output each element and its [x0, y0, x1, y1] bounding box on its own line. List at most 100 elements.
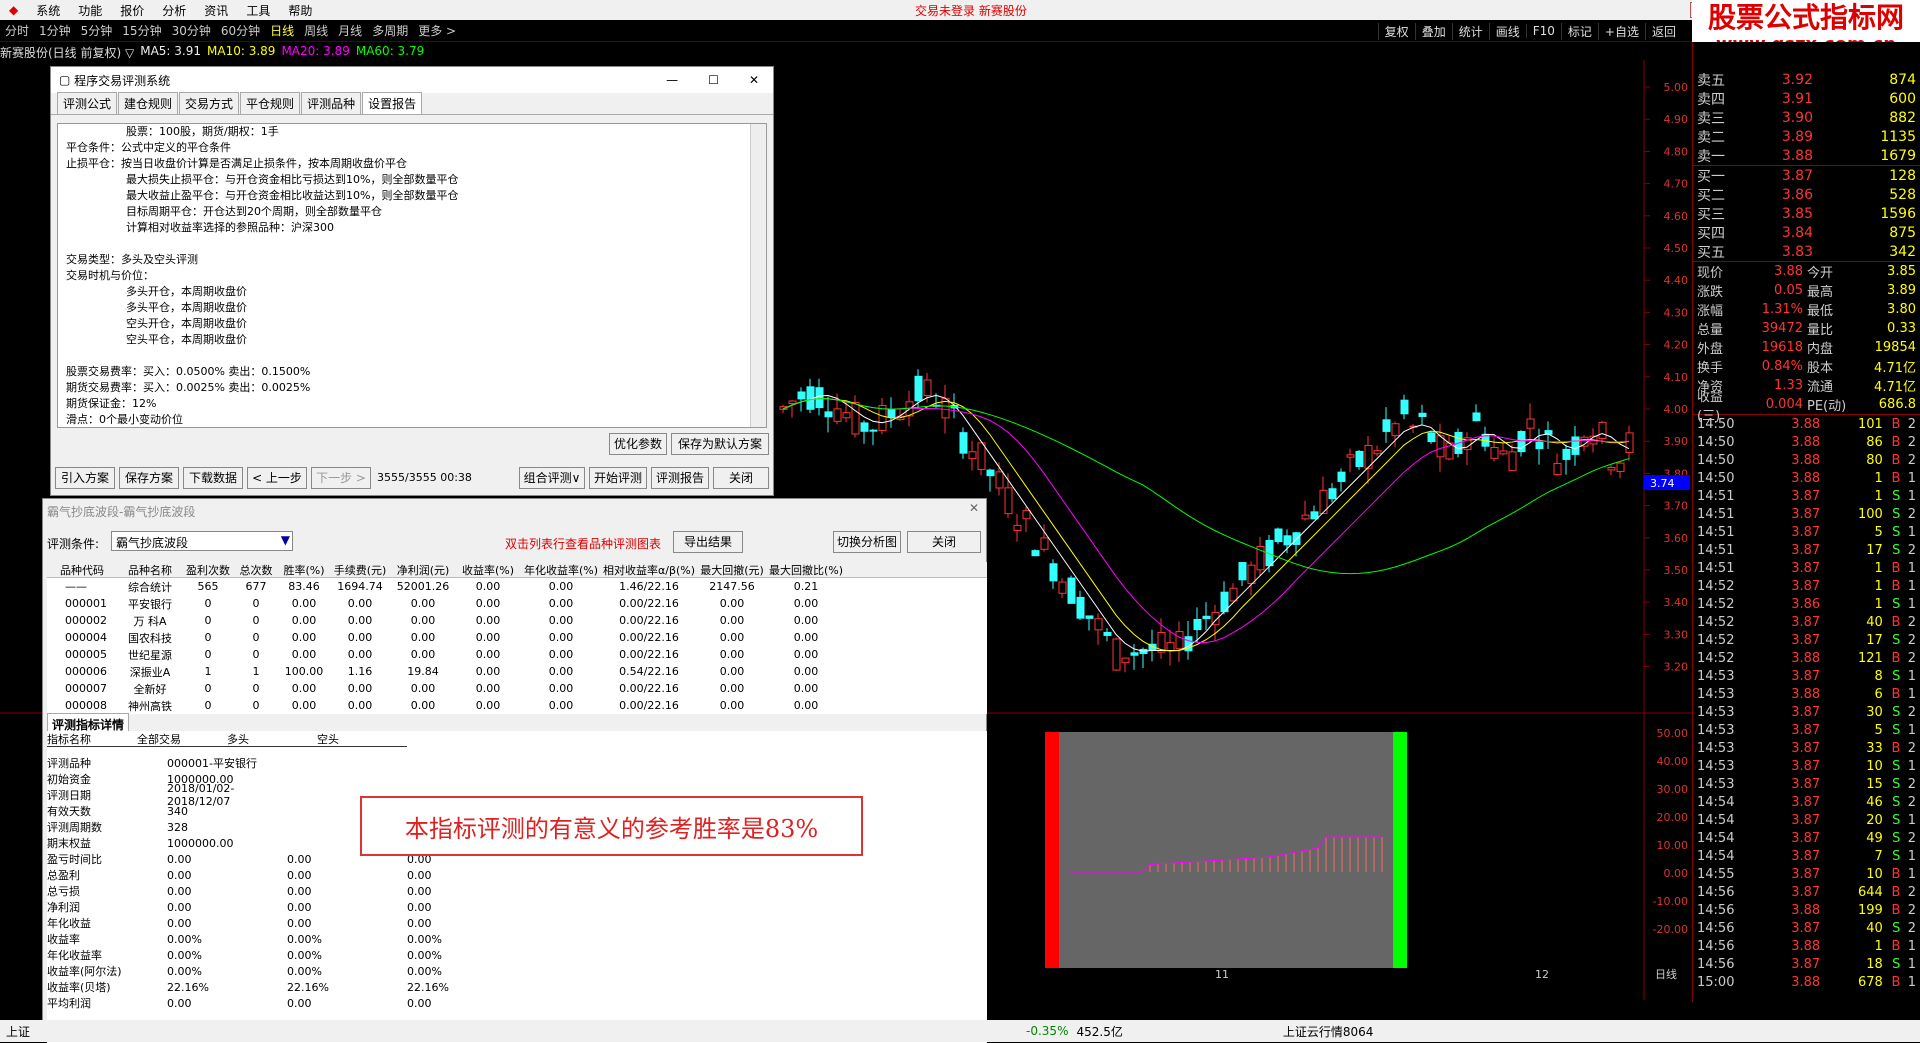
period-tab-3[interactable]: 15分钟 — [117, 22, 166, 39]
result-table[interactable]: 品种代码品种名称盈利次数总次数胜率(%)手续费(元)净利润(元)收益率(%)年化… — [47, 562, 987, 714]
candle — [1419, 413, 1426, 416]
menu-news[interactable]: 资讯 — [195, 2, 237, 19]
menu-function[interactable]: 功能 — [69, 2, 111, 19]
col-header[interactable]: 总次数 — [233, 562, 279, 578]
col-header[interactable]: 年化收益率(%) — [521, 562, 601, 578]
detail-panel: 指标名称全部交易多头空头评测品种000001-平安银行初始资金1000000.0… — [47, 731, 987, 1043]
toolbar-btn-2[interactable]: 统计 — [1452, 23, 1489, 40]
minimize-icon[interactable]: — — [666, 73, 678, 87]
period-tab-1[interactable]: 1分钟 — [34, 22, 76, 39]
close-button[interactable]: 关闭 — [907, 531, 981, 553]
period-tab-6[interactable]: 日线 — [265, 22, 299, 39]
close-icon[interactable]: ✕ — [969, 501, 979, 515]
menu-help[interactable]: 帮助 — [279, 2, 321, 19]
table-cell: 0.00 — [391, 648, 455, 661]
toolbar-btn-6[interactable]: +自选 — [1598, 23, 1645, 40]
toolbar-btn-1[interactable]: 叠加 — [1415, 23, 1452, 40]
table-cell: 0.00 — [391, 682, 455, 695]
period-tab-8[interactable]: 月线 — [333, 22, 367, 39]
period-tab-10[interactable]: 更多 > — [413, 22, 461, 39]
toolbar-btn-7[interactable]: 返回 — [1645, 23, 1682, 40]
combo-eval-button[interactable]: 组合评测∨ — [519, 467, 585, 489]
period-tab-4[interactable]: 30分钟 — [167, 22, 216, 39]
table-row[interactable]: 000008神州高铁000.000.000.000.000.000.00/22.… — [47, 697, 987, 714]
table-row[interactable]: 000004国农科技000.000.000.000.000.000.00/22.… — [47, 629, 987, 646]
price-tick: 3.50 — [1664, 564, 1689, 577]
period-tab-7[interactable]: 周线 — [299, 22, 333, 39]
bid-row[interactable]: 买二3.86528 — [1693, 185, 1920, 204]
cond-select[interactable]: 霸气抄底波段 ▼ — [111, 531, 293, 551]
maximize-icon[interactable]: ☐ — [708, 73, 719, 87]
tab-4[interactable]: 评测品种 — [301, 92, 361, 114]
login-status[interactable]: 交易未登录 新赛股份 — [915, 2, 1027, 19]
optimize-button[interactable]: 优化参数 — [609, 433, 667, 455]
toolbar-btn-4[interactable]: F10 — [1526, 24, 1561, 38]
menu-tools[interactable]: 工具 — [237, 2, 279, 19]
period-tab-2[interactable]: 5分钟 — [76, 22, 118, 39]
table-cell: 0.00 — [279, 631, 329, 644]
table-cell: 0.00 — [455, 597, 521, 610]
col-header[interactable]: 盈利次数 — [183, 562, 233, 578]
menu-quote[interactable]: 报价 — [111, 2, 153, 19]
tick-dir: S — [1883, 525, 1901, 540]
col-header[interactable]: 品种代码 — [47, 562, 117, 578]
ask-row[interactable]: 卖二3.891135 — [1693, 127, 1920, 146]
report-scrollbar[interactable] — [750, 124, 766, 427]
tab-2[interactable]: 交易方式 — [179, 92, 239, 114]
col-header[interactable]: 品种名称 — [117, 562, 183, 578]
table-row[interactable]: 000006深振业A11100.001.1619.840.000.000.54/… — [47, 663, 987, 680]
close-icon[interactable]: ✕ — [749, 73, 759, 87]
table-cell: 1.16 — [329, 665, 391, 678]
table-cell: 2147.56 — [697, 580, 767, 593]
prev-button[interactable]: < 上一步 — [247, 467, 307, 489]
save-default-button[interactable]: 保存为默认方案 — [671, 433, 769, 455]
tab-3[interactable]: 平仓规则 — [240, 92, 300, 114]
col-header[interactable]: 最大回撤比(%) — [767, 562, 845, 578]
period-tab-5[interactable]: 60分钟 — [216, 22, 265, 39]
toolbar-btn-3[interactable]: 画线 — [1489, 23, 1526, 40]
detail-cell: 0.00 — [407, 901, 527, 914]
table-row[interactable]: 000007全新好000.000.000.000.000.000.00/22.1… — [47, 680, 987, 697]
download-button[interactable]: 下载数据 — [183, 467, 243, 489]
next-button[interactable]: 下一步 > — [311, 467, 371, 489]
table-row[interactable]: 000005世纪星源000.000.000.000.000.000.00/22.… — [47, 646, 987, 663]
import-button[interactable]: 引入方案 — [55, 467, 115, 489]
bid-row[interactable]: 买五3.83342 — [1693, 242, 1920, 261]
save-scheme-button[interactable]: 保存方案 — [119, 467, 179, 489]
tab-0[interactable]: 评测公式 — [57, 92, 117, 114]
close-button[interactable]: 关闭 — [713, 467, 769, 489]
ask-row[interactable]: 卖五3.92874 — [1693, 70, 1920, 89]
tick-count: 1 — [1900, 687, 1916, 702]
ask-row[interactable]: 卖四3.91600 — [1693, 89, 1920, 108]
table-row[interactable]: 000001平安银行000.000.000.000.000.000.00/22.… — [47, 595, 987, 612]
start-eval-button[interactable]: 开始评测 — [589, 467, 647, 489]
tab-1[interactable]: 建仓规则 — [118, 92, 178, 114]
col-header[interactable]: 手续费(元) — [329, 562, 391, 578]
toolbar-btn-0[interactable]: 复权 — [1378, 23, 1415, 40]
col-header[interactable]: 最大回撤(元) — [697, 562, 767, 578]
col-header[interactable]: 相对收益率α/β(%) — [601, 562, 697, 578]
bid-row[interactable]: 买四3.84875 — [1693, 223, 1920, 242]
switch-chart-button[interactable]: 切换分析图 — [833, 531, 901, 553]
table-row[interactable]: ——综合统计56567783.461694.7452001.260.000.00… — [47, 578, 987, 595]
tab-5[interactable]: 设置报告 — [362, 92, 422, 114]
tick-price: 3.87 — [1756, 561, 1821, 576]
period-tab-9[interactable]: 多周期 — [367, 22, 413, 39]
ask-row[interactable]: 卖三3.90882 — [1693, 108, 1920, 127]
col-header[interactable]: 胜率(%) — [279, 562, 329, 578]
col-header[interactable]: 净利润(元) — [391, 562, 455, 578]
ask-row[interactable]: 卖一3.881679 — [1693, 146, 1920, 165]
toolbar-btn-5[interactable]: 标记 — [1561, 23, 1598, 40]
export-button[interactable]: 导出结果 — [673, 531, 743, 553]
bid-row[interactable]: 买三3.851596 — [1693, 204, 1920, 223]
table-cell: 0.00 — [279, 614, 329, 627]
status-index[interactable]: 上证 — [0, 1023, 36, 1040]
eval-report-button[interactable]: 评测报告 — [651, 467, 709, 489]
col-header[interactable]: 收益率(%) — [455, 562, 521, 578]
table-row[interactable]: 000002万 科A000.000.000.000.000.000.00/22.… — [47, 612, 987, 629]
menu-analysis[interactable]: 分析 — [153, 2, 195, 19]
price-tick: 4.20 — [1664, 339, 1689, 352]
bid-row[interactable]: 买一3.87128 — [1693, 166, 1920, 185]
period-tab-0[interactable]: 分时 — [0, 22, 34, 39]
menu-system[interactable]: 系统 — [27, 2, 69, 19]
